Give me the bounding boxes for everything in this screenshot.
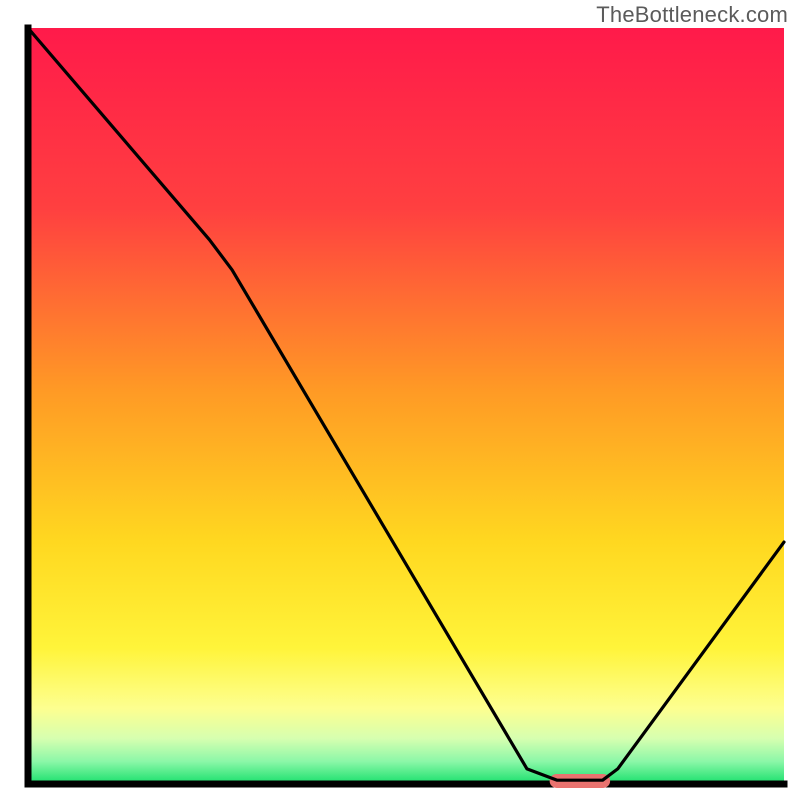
watermark-text: TheBottleneck.com [596, 2, 788, 28]
chart-container: TheBottleneck.com [0, 0, 800, 800]
bottleneck-chart [0, 0, 800, 800]
plot-background [28, 28, 784, 784]
